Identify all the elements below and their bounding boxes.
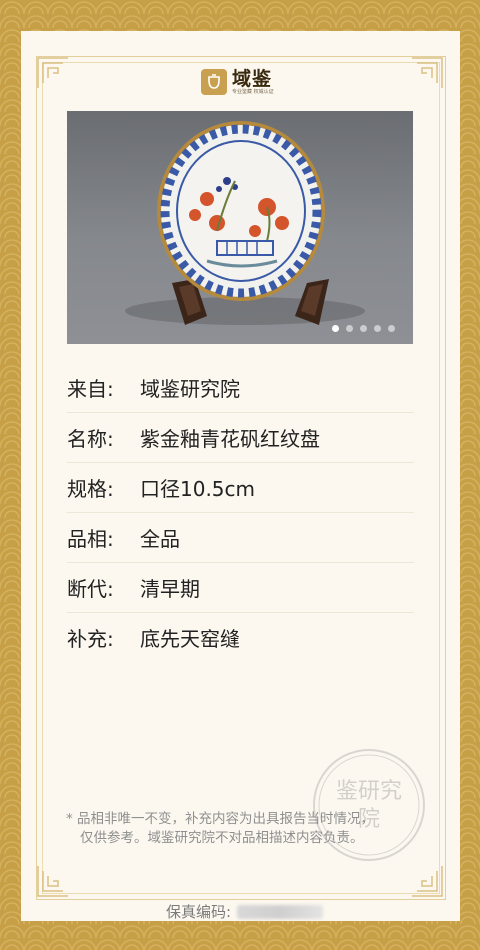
- detail-value: 口径10.5cm: [140, 477, 256, 501]
- carousel-dot[interactable]: [332, 325, 339, 332]
- detail-label: 来自:: [67, 377, 114, 401]
- corner-ornament-bottom-right: [410, 864, 444, 898]
- disclaimer-line: * 品相非唯一不变，补充内容为出具报告当时情况，: [66, 811, 375, 827]
- detail-label: 规格:: [67, 477, 114, 501]
- brand-logo: 域鉴 专业鉴藏 权威认证: [201, 64, 291, 100]
- logo-icon: [201, 69, 227, 95]
- detail-value: 底先天窑缝: [140, 627, 240, 651]
- brand-tagline: 专业鉴藏 权威认证: [232, 88, 274, 95]
- detail-label: 名称:: [67, 427, 114, 451]
- brand-name: 域鉴: [232, 67, 273, 90]
- detail-row-spec: 规格: 口径10.5cm: [67, 463, 414, 513]
- carousel-dot[interactable]: [346, 325, 353, 332]
- item-details: 来自: 域鉴研究院 名称: 紫金釉青花矾红纹盘 规格: 口径10.5cm 品相:…: [67, 363, 414, 662]
- disclaimer-note: * 品相非唯一不变，补充内容为出具报告当时情况， 仅供参考。域鉴研究院不对品相描…: [66, 810, 424, 848]
- corner-ornament-top-left: [36, 56, 70, 90]
- detail-label: 品相:: [67, 527, 114, 551]
- detail-value: 域鉴研究院: [140, 377, 240, 401]
- detail-value: 全品: [140, 527, 180, 551]
- detail-value: 紫金釉青花矾红纹盘: [140, 427, 320, 451]
- carousel-dot[interactable]: [374, 325, 381, 332]
- detail-label: 补充:: [67, 627, 114, 651]
- plate-photo: [125, 121, 365, 325]
- authenticity-code: 保真编码:: [166, 901, 324, 922]
- detail-row-dating: 断代: 清早期: [67, 563, 414, 613]
- authenticity-code-redacted: [237, 904, 324, 919]
- authenticity-code-label: 保真编码:: [166, 903, 232, 921]
- detail-label: 断代:: [67, 577, 114, 601]
- corner-ornament-top-right: [410, 56, 444, 90]
- disclaimer-line: 仅供参考。域鉴研究院不对品相描述内容负责。: [80, 830, 364, 846]
- detail-value: 清早期: [140, 577, 200, 601]
- carousel-dot[interactable]: [388, 325, 395, 332]
- detail-row-supplement: 补充: 底先天窑缝: [67, 613, 414, 662]
- carousel-dot[interactable]: [360, 325, 367, 332]
- item-photo-carousel[interactable]: [67, 111, 413, 344]
- svg-text:鉴研究: 鉴研究: [336, 779, 402, 804]
- carousel-indicator: [332, 325, 395, 332]
- detail-row-condition: 品相: 全品: [67, 513, 414, 563]
- corner-ornament-bottom-left: [36, 864, 70, 898]
- detail-row-name: 名称: 紫金釉青花矾红纹盘: [67, 413, 414, 463]
- detail-row-source: 来自: 域鉴研究院: [67, 363, 414, 413]
